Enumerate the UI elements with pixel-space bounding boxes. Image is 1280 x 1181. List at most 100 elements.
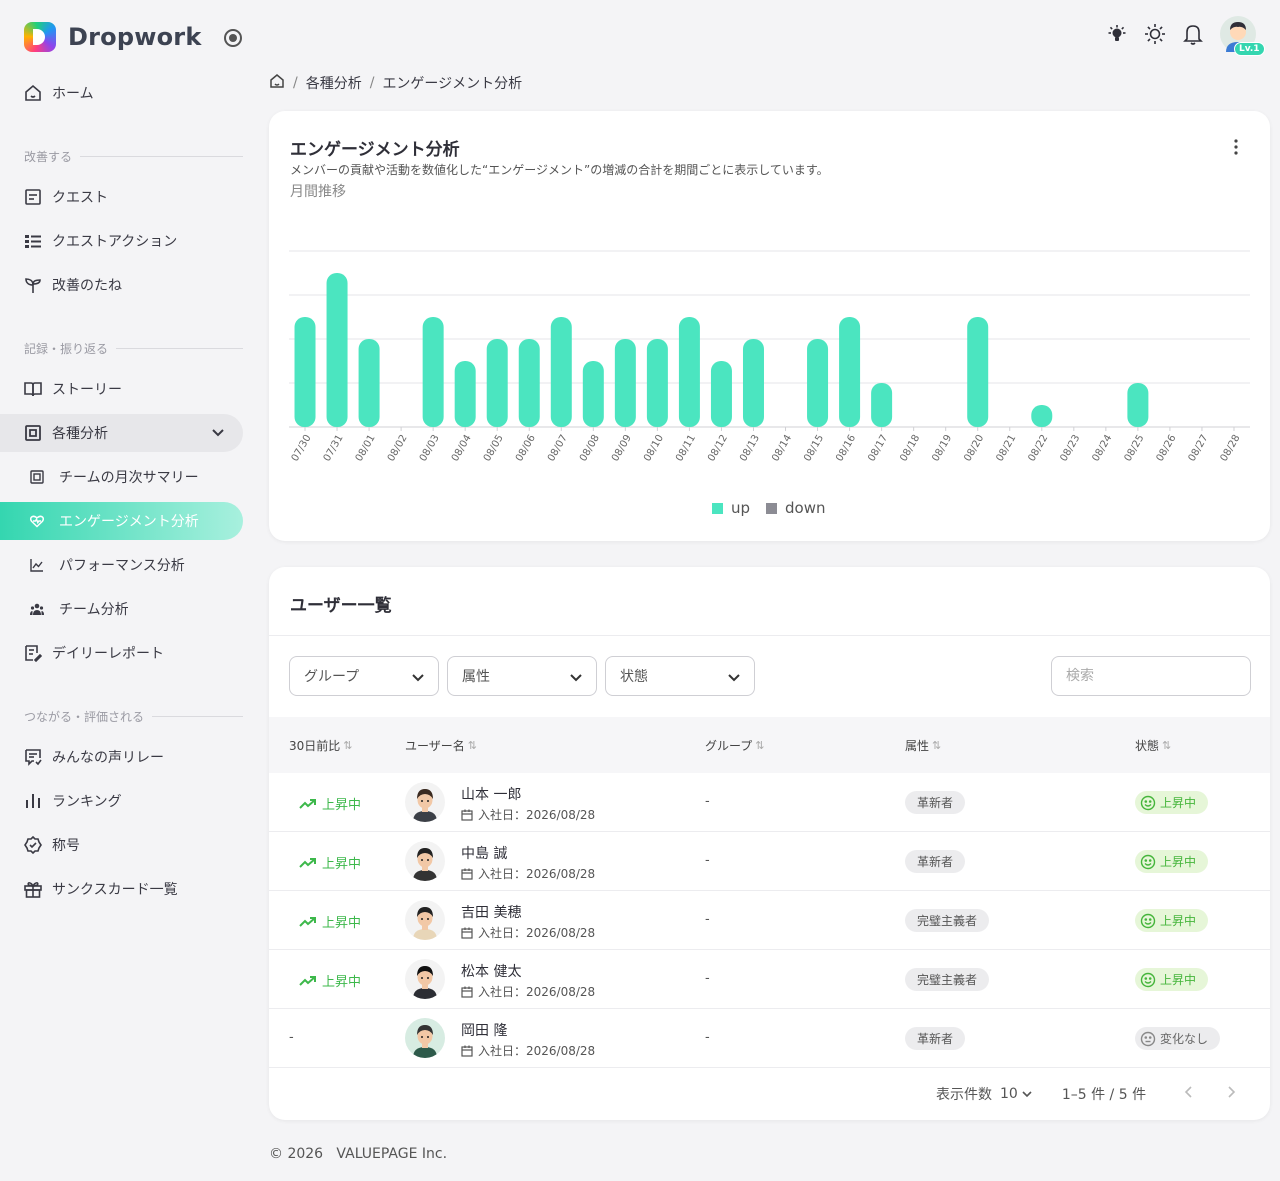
status-badge: 上昇中 <box>1135 909 1209 932</box>
sidebar-item-seeds[interactable]: 改善のたね <box>0 266 243 304</box>
trending-up-icon <box>299 975 316 986</box>
calendar-icon <box>461 927 473 939</box>
next-page-icon[interactable] <box>1226 1086 1236 1102</box>
legend-item-down[interactable]: down <box>766 499 826 517</box>
group-filter-select[interactable]: グループ <box>289 656 439 696</box>
join-date: 入社日： 2026/08/28 <box>461 865 595 882</box>
trend-indicator: 上昇中 <box>299 794 361 813</box>
sidebar-item-story[interactable]: ストーリー <box>0 370 243 408</box>
attribute-chip: 革新者 <box>905 791 966 814</box>
attribute-filter-select[interactable]: 属性 <box>447 656 597 696</box>
bar-08/20[interactable] <box>967 317 989 427</box>
list-icon <box>24 232 42 250</box>
sun-icon[interactable] <box>1144 23 1166 45</box>
search-input[interactable] <box>1051 656 1251 696</box>
bar-07/30[interactable] <box>294 317 316 427</box>
bar-08/05[interactable] <box>486 339 508 427</box>
smile-icon <box>1140 854 1156 869</box>
bar-08/11[interactable] <box>678 317 700 427</box>
table-row[interactable]: - 岡田 隆 入社日： 2026/08/28 - 革新者 変化なし <box>269 1009 1270 1068</box>
lightbulb-icon[interactable] <box>1106 23 1128 45</box>
per-page-select[interactable]: 10 <box>1000 1086 1032 1102</box>
sidebar-item-analysis[interactable]: 各種分析 <box>0 414 243 452</box>
bell-icon[interactable] <box>1182 23 1204 45</box>
sidebar-item-daily-report[interactable]: デイリーレポート <box>0 634 243 672</box>
bar-08/01[interactable] <box>358 339 380 427</box>
calendar-icon <box>461 809 473 821</box>
breadcrumb-parent[interactable]: 各種分析 <box>306 73 362 93</box>
bar-08/15[interactable] <box>807 339 829 427</box>
sidebar-item-title-badge[interactable]: 称号 <box>0 826 243 864</box>
bar-08/03[interactable] <box>422 317 444 427</box>
sidebar-item-voice-relay[interactable]: みんなの声リレー <box>0 738 243 776</box>
sidebar-item-label: 各種分析 <box>52 426 108 442</box>
user-name[interactable]: 岡田 隆 <box>461 1020 507 1040</box>
bar-08/17[interactable] <box>871 383 893 427</box>
app-logo[interactable]: Dropwork <box>24 22 201 52</box>
trend-indicator: 上昇中 <box>299 912 361 931</box>
sidebar-item-quest-action[interactable]: クエストアクション <box>0 222 243 260</box>
column-header-change[interactable]: 30日前比 ⇅ <box>289 737 353 754</box>
bar-08/25[interactable] <box>1127 383 1149 427</box>
status-badge: 上昇中 <box>1135 968 1209 991</box>
bar-08/07[interactable] <box>550 317 572 427</box>
bar-08/10[interactable] <box>646 339 668 427</box>
trending-up-icon <box>299 798 316 809</box>
x-tick-label: 08/20 <box>962 433 986 463</box>
bar-08/12[interactable] <box>710 361 732 427</box>
column-header-state[interactable]: 状態 ⇅ <box>1135 737 1171 754</box>
x-tick-label: 08/01 <box>354 433 378 463</box>
sidebar-item-label: パフォーマンス分析 <box>59 558 185 574</box>
user-name[interactable]: 吉田 美穂 <box>461 902 521 922</box>
attribute-chip: 革新者 <box>905 1027 966 1050</box>
join-date: 入社日： 2026/08/28 <box>461 983 595 1000</box>
table-row[interactable]: 上昇中 山本 一郎 入社日： 2026/08/28 - 革新者 上昇中 <box>269 773 1270 832</box>
status-badge: 変化なし <box>1135 1027 1221 1050</box>
x-tick-label: 08/10 <box>642 433 666 463</box>
sidebar-item-label: チーム分析 <box>59 602 129 618</box>
bar-08/22[interactable] <box>1031 405 1053 427</box>
column-header-name[interactable]: ユーザー名 ⇅ <box>405 737 477 754</box>
smile-icon <box>1140 972 1156 987</box>
table-row[interactable]: 上昇中 松本 健太 入社日： 2026/08/28 - 完璧主義者 上昇中 <box>269 950 1270 1009</box>
user-name[interactable]: 松本 健太 <box>461 961 521 981</box>
attribute-chip: 革新者 <box>905 850 966 873</box>
app-name: Dropwork <box>68 23 202 51</box>
table-header: 30日前比 ⇅ ユーザー名 ⇅ グループ ⇅ 属性 ⇅ 状態 ⇅ <box>269 717 1270 773</box>
bar-08/04[interactable] <box>454 361 476 427</box>
home-icon[interactable] <box>269 73 285 93</box>
legend-item-up[interactable]: up <box>712 499 750 517</box>
state-filter-select[interactable]: 状態 <box>605 656 755 696</box>
sidebar-item-engagement[interactable]: エンゲージメント分析 <box>0 502 243 540</box>
column-header-group[interactable]: グループ ⇅ <box>705 737 765 754</box>
sidebar-item-quest[interactable]: クエスト <box>0 178 243 216</box>
book-icon <box>24 380 42 398</box>
bar-08/09[interactable] <box>614 339 636 427</box>
sort-icon: ⇅ <box>755 739 765 752</box>
logo-mark-icon <box>24 22 56 52</box>
bar-07/31[interactable] <box>326 273 348 427</box>
x-tick-label: 08/16 <box>834 433 858 463</box>
user-name[interactable]: 中島 誠 <box>461 843 507 863</box>
prev-page-icon[interactable] <box>1184 1086 1194 1102</box>
bar-08/08[interactable] <box>582 361 604 427</box>
sidebar-item-performance[interactable]: パフォーマンス分析 <box>0 546 243 584</box>
user-name[interactable]: 山本 一郎 <box>461 784 521 804</box>
sidebar-item-label: 改善のたね <box>52 278 122 294</box>
sidebar-item-thanks-card[interactable]: サンクスカード一覧 <box>0 870 243 908</box>
sidebar-toggle-icon[interactable] <box>224 29 242 47</box>
table-row[interactable]: 上昇中 中島 誠 入社日： 2026/08/28 - 革新者 上昇中 <box>269 832 1270 891</box>
column-header-attribute[interactable]: 属性 ⇅ <box>905 737 941 754</box>
bar-08/13[interactable] <box>742 339 764 427</box>
x-tick-label: 08/14 <box>770 433 794 463</box>
x-tick-label: 07/30 <box>290 433 314 463</box>
table-row[interactable]: 上昇中 吉田 美穂 入社日： 2026/08/28 - 完璧主義者 上昇中 <box>269 891 1270 950</box>
sidebar-item-label: みんなの声リレー <box>52 750 164 766</box>
bar-08/16[interactable] <box>839 317 861 427</box>
user-avatar[interactable]: Lv.1 <box>1220 16 1265 56</box>
sidebar-item-team-analysis[interactable]: チーム分析 <box>0 590 243 628</box>
sidebar-item-ranking[interactable]: ランキング <box>0 782 243 820</box>
bar-08/06[interactable] <box>518 339 540 427</box>
sidebar-item-team-summary[interactable]: チームの月次サマリー <box>0 458 243 496</box>
sidebar-item-home[interactable]: ホーム <box>0 74 243 112</box>
